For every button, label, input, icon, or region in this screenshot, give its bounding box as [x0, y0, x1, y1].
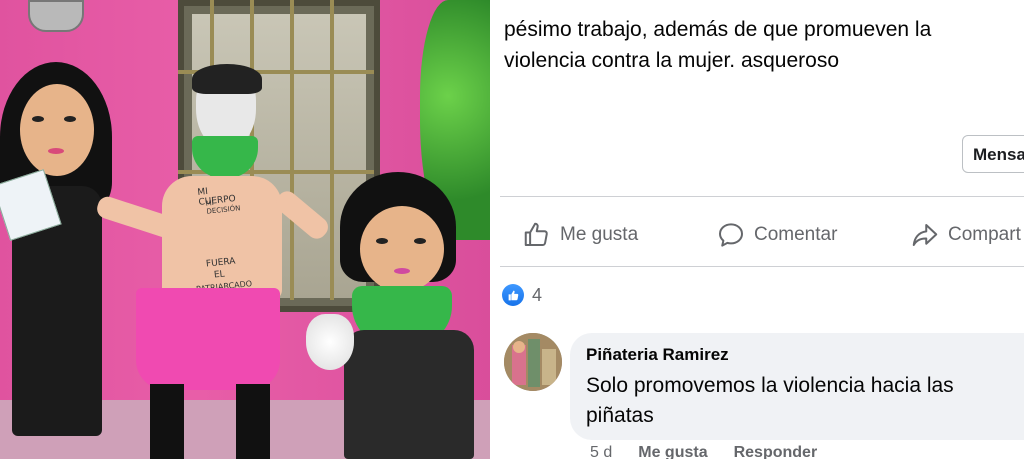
message-button[interactable]: Mensa — [962, 135, 1024, 173]
comment-text: Solo promovemos la violencia hacia las p… — [586, 371, 1024, 431]
chicken-prop — [306, 314, 354, 370]
post-actions-bar: Me gusta Comentar Compart — [490, 212, 1024, 258]
share-button-label: Compart — [948, 224, 1021, 245]
divider — [500, 266, 1024, 267]
comment-timestamp[interactable]: 5 d — [590, 444, 612, 459]
post-photo[interactable]: MI CUERPO MI DECISIÓN FUERA EL PATRIARCA… — [0, 0, 490, 459]
avatar-photo — [504, 333, 562, 391]
comment-bubble: Piñateria Ramirez Solo promovemos la vio… — [570, 333, 1024, 440]
electric-meter — [28, 0, 84, 32]
comment-author[interactable]: Piñateria Ramirez — [586, 345, 729, 365]
commenter-avatar[interactable] — [504, 333, 562, 391]
comment-text-line: piñatas — [586, 404, 654, 427]
post-text: pésimo trabajo, además de que promueven … — [504, 14, 1024, 76]
thumbs-up-icon — [524, 222, 548, 246]
comment-button-label: Comentar — [754, 224, 838, 245]
share-arrow-icon — [912, 224, 938, 246]
window-bar — [330, 0, 334, 300]
comment-meta: 5 d Me gusta Responder — [590, 444, 817, 459]
divider — [500, 196, 1024, 197]
comment-button[interactable]: Comentar — [716, 212, 837, 258]
like-button[interactable]: Me gusta — [522, 212, 638, 258]
torso-writing: EL — [213, 269, 226, 281]
reaction-count: 4 — [532, 284, 543, 305]
comment-reply-link[interactable]: Responder — [734, 444, 818, 459]
like-reaction-icon — [502, 284, 524, 306]
comment-text-line: Solo promovemos la violencia hacia las — [586, 374, 954, 397]
post-text-line: violencia contra la mujer. asqueroso — [504, 49, 840, 72]
comment-like-link[interactable]: Me gusta — [638, 444, 707, 459]
reaction-summary[interactable]: 4 — [502, 284, 542, 306]
like-button-label: Me gusta — [560, 224, 639, 245]
facebook-post-panel: pésimo trabajo, además de que promueven … — [490, 0, 1024, 459]
post-text-line: pésimo trabajo, además de que promueven … — [504, 18, 932, 41]
share-button[interactable]: Compart — [910, 212, 1021, 258]
window-bar — [290, 0, 294, 300]
speech-bubble-icon — [719, 223, 743, 247]
